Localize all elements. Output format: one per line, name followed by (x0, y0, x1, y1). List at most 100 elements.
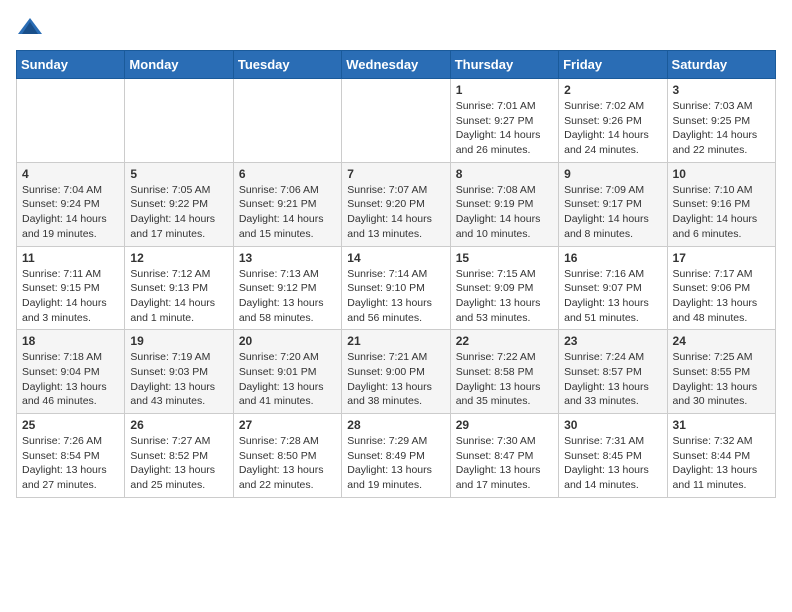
weekday-monday: Monday (125, 51, 233, 79)
day-detail: Sunrise: 7:24 AM Sunset: 8:57 PM Dayligh… (564, 350, 661, 409)
calendar-cell: 9Sunrise: 7:09 AM Sunset: 9:17 PM Daylig… (559, 162, 667, 246)
day-number: 19 (130, 334, 227, 348)
calendar-cell: 21Sunrise: 7:21 AM Sunset: 9:00 PM Dayli… (342, 330, 450, 414)
weekday-saturday: Saturday (667, 51, 775, 79)
calendar-cell: 13 Sunrise: 7:13 AM Sunset: 9:12 PM Dayli… (233, 246, 341, 330)
day-number: 4 (22, 167, 119, 181)
day-number: 10 (673, 167, 770, 181)
day-number: 31 (673, 418, 770, 432)
day-number: 13 (239, 251, 336, 265)
day-detail: Sunrise: 7:13 AM Sunset: 9:12 PM Dayligh… (239, 267, 336, 326)
day-detail: Sunrise: 7:28 AM Sunset: 8:50 PM Dayligh… (239, 434, 336, 493)
day-number: 14 (347, 251, 444, 265)
calendar-table: SundayMondayTuesdayWednesdayThursdayFrid… (16, 50, 776, 498)
calendar-week-3: 11 Sunrise: 7:11 AM Sunset: 9:15 PM Dayli… (17, 246, 776, 330)
calendar-cell: 11 Sunrise: 7:11 AM Sunset: 9:15 PM Dayli… (17, 246, 125, 330)
calendar-cell: 8 Sunrise: 7:08 AM Sunset: 9:19 PM Daylig… (450, 162, 558, 246)
day-detail: Sunrise: 7:22 AM Sunset: 8:58 PM Dayligh… (456, 350, 553, 409)
calendar-cell: 4 Sunrise: 7:04 AM Sunset: 9:24 PM Daylig… (17, 162, 125, 246)
day-detail: Sunrise: 7:12 AM Sunset: 9:13 PM Dayligh… (130, 267, 227, 326)
day-number: 2 (564, 83, 661, 97)
calendar-cell: 25Sunrise: 7:26 AM Sunset: 8:54 PM Dayli… (17, 414, 125, 498)
weekday-thursday: Thursday (450, 51, 558, 79)
day-detail: Sunrise: 7:05 AM Sunset: 9:22 PM Dayligh… (130, 183, 227, 242)
day-number: 25 (22, 418, 119, 432)
calendar-cell (125, 79, 233, 163)
day-number: 28 (347, 418, 444, 432)
day-detail: Sunrise: 7:10 AM Sunset: 9:16 PM Dayligh… (673, 183, 770, 242)
day-number: 22 (456, 334, 553, 348)
calendar-cell: 26Sunrise: 7:27 AM Sunset: 8:52 PM Dayli… (125, 414, 233, 498)
calendar-cell: 28 Sunrise: 7:29 AM Sunset: 8:49 PM Dayli… (342, 414, 450, 498)
calendar-cell: 14Sunrise: 7:14 AM Sunset: 9:10 PM Dayli… (342, 246, 450, 330)
calendar-cell: 1 Sunrise: 7:01 AM Sunset: 9:27 PM Daylig… (450, 79, 558, 163)
calendar-cell: 30 Sunrise: 7:31 AM Sunset: 8:45 PM Dayli… (559, 414, 667, 498)
day-detail: Sunrise: 7:01 AM Sunset: 9:27 PM Dayligh… (456, 99, 553, 158)
day-number: 8 (456, 167, 553, 181)
calendar-cell: 12 Sunrise: 7:12 AM Sunset: 9:13 PM Dayli… (125, 246, 233, 330)
day-number: 5 (130, 167, 227, 181)
calendar-cell: 27Sunrise: 7:28 AM Sunset: 8:50 PM Dayli… (233, 414, 341, 498)
weekday-header-row: SundayMondayTuesdayWednesdayThursdayFrid… (17, 51, 776, 79)
calendar-cell: 24 Sunrise: 7:25 AM Sunset: 8:55 PM Dayli… (667, 330, 775, 414)
calendar-week-5: 25Sunrise: 7:26 AM Sunset: 8:54 PM Dayli… (17, 414, 776, 498)
calendar-cell: 15Sunrise: 7:15 AM Sunset: 9:09 PM Dayli… (450, 246, 558, 330)
day-detail: Sunrise: 7:30 AM Sunset: 8:47 PM Dayligh… (456, 434, 553, 493)
calendar-cell: 6 Sunrise: 7:06 AM Sunset: 9:21 PM Daylig… (233, 162, 341, 246)
weekday-wednesday: Wednesday (342, 51, 450, 79)
calendar-cell: 20 Sunrise: 7:20 AM Sunset: 9:01 PM Dayli… (233, 330, 341, 414)
calendar-week-4: 18 Sunrise: 7:18 AM Sunset: 9:04 PM Dayli… (17, 330, 776, 414)
logo-icon (16, 16, 44, 38)
calendar-cell (233, 79, 341, 163)
day-number: 1 (456, 83, 553, 97)
calendar-cell: 31Sunrise: 7:32 AM Sunset: 8:44 PM Dayli… (667, 414, 775, 498)
day-detail: Sunrise: 7:17 AM Sunset: 9:06 PM Dayligh… (673, 267, 770, 326)
day-detail: Sunrise: 7:11 AM Sunset: 9:15 PM Dayligh… (22, 267, 119, 326)
day-number: 30 (564, 418, 661, 432)
day-detail: Sunrise: 7:19 AM Sunset: 9:03 PM Dayligh… (130, 350, 227, 409)
calendar-cell: 16Sunrise: 7:16 AM Sunset: 9:07 PM Dayli… (559, 246, 667, 330)
day-detail: Sunrise: 7:09 AM Sunset: 9:17 PM Dayligh… (564, 183, 661, 242)
day-detail: Sunrise: 7:16 AM Sunset: 9:07 PM Dayligh… (564, 267, 661, 326)
day-number: 26 (130, 418, 227, 432)
day-number: 17 (673, 251, 770, 265)
day-number: 11 (22, 251, 119, 265)
day-detail: Sunrise: 7:02 AM Sunset: 9:26 PM Dayligh… (564, 99, 661, 158)
day-number: 6 (239, 167, 336, 181)
page-header (16, 16, 776, 38)
day-detail: Sunrise: 7:29 AM Sunset: 8:49 PM Dayligh… (347, 434, 444, 493)
day-detail: Sunrise: 7:15 AM Sunset: 9:09 PM Dayligh… (456, 267, 553, 326)
day-detail: Sunrise: 7:04 AM Sunset: 9:24 PM Dayligh… (22, 183, 119, 242)
calendar-week-2: 4 Sunrise: 7:04 AM Sunset: 9:24 PM Daylig… (17, 162, 776, 246)
day-number: 12 (130, 251, 227, 265)
calendar-cell: 2 Sunrise: 7:02 AM Sunset: 9:26 PM Daylig… (559, 79, 667, 163)
day-detail: Sunrise: 7:31 AM Sunset: 8:45 PM Dayligh… (564, 434, 661, 493)
calendar-cell: 3 Sunrise: 7:03 AM Sunset: 9:25 PM Daylig… (667, 79, 775, 163)
calendar-cell (342, 79, 450, 163)
day-detail: Sunrise: 7:06 AM Sunset: 9:21 PM Dayligh… (239, 183, 336, 242)
logo (16, 16, 48, 38)
day-number: 18 (22, 334, 119, 348)
calendar-cell: 22 Sunrise: 7:22 AM Sunset: 8:58 PM Dayli… (450, 330, 558, 414)
day-number: 3 (673, 83, 770, 97)
day-detail: Sunrise: 7:21 AM Sunset: 9:00 PM Dayligh… (347, 350, 444, 409)
day-detail: Sunrise: 7:20 AM Sunset: 9:01 PM Dayligh… (239, 350, 336, 409)
calendar-cell: 19 Sunrise: 7:19 AM Sunset: 9:03 PM Dayli… (125, 330, 233, 414)
day-detail: Sunrise: 7:07 AM Sunset: 9:20 PM Dayligh… (347, 183, 444, 242)
weekday-tuesday: Tuesday (233, 51, 341, 79)
day-number: 24 (673, 334, 770, 348)
day-number: 20 (239, 334, 336, 348)
day-detail: Sunrise: 7:18 AM Sunset: 9:04 PM Dayligh… (22, 350, 119, 409)
day-detail: Sunrise: 7:08 AM Sunset: 9:19 PM Dayligh… (456, 183, 553, 242)
calendar-week-1: 1 Sunrise: 7:01 AM Sunset: 9:27 PM Daylig… (17, 79, 776, 163)
calendar-cell (17, 79, 125, 163)
calendar-cell: 29Sunrise: 7:30 AM Sunset: 8:47 PM Dayli… (450, 414, 558, 498)
day-number: 23 (564, 334, 661, 348)
day-detail: Sunrise: 7:03 AM Sunset: 9:25 PM Dayligh… (673, 99, 770, 158)
calendar-cell: 10 Sunrise: 7:10 AM Sunset: 9:16 PM Dayli… (667, 162, 775, 246)
day-number: 7 (347, 167, 444, 181)
calendar-cell: 5 Sunrise: 7:05 AM Sunset: 9:22 PM Daylig… (125, 162, 233, 246)
calendar-cell: 7 Sunrise: 7:07 AM Sunset: 9:20 PM Daylig… (342, 162, 450, 246)
calendar-cell: 17 Sunrise: 7:17 AM Sunset: 9:06 PM Dayli… (667, 246, 775, 330)
day-detail: Sunrise: 7:25 AM Sunset: 8:55 PM Dayligh… (673, 350, 770, 409)
